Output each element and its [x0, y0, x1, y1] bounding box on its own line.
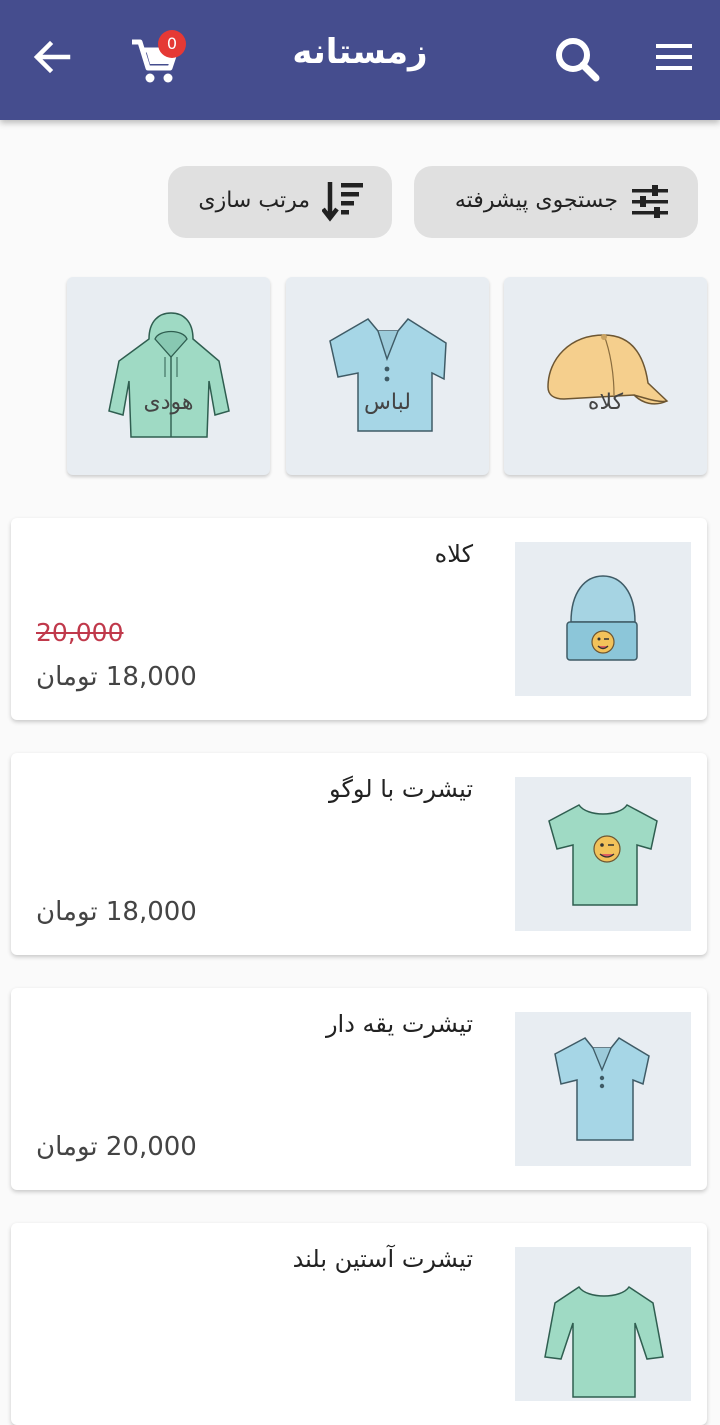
polo-shirt-icon	[554, 1037, 650, 1141]
search-button[interactable]	[552, 34, 602, 84]
advanced-search-label: جستجوی پیشرفته	[454, 188, 618, 213]
product-card[interactable]: کلاه 20,000 18,000 تومان	[11, 518, 707, 720]
product-image	[515, 1012, 691, 1166]
product-image	[515, 777, 691, 931]
app-bar: 0 زمستانه	[0, 0, 720, 120]
product-price: 18,000 تومان	[36, 662, 197, 692]
product-old-price: 20,000	[36, 618, 124, 647]
product-card[interactable]: تیشرت با لوگو 18,000 تومان	[11, 753, 707, 955]
sort-icon	[322, 182, 363, 222]
category-label: لباس	[364, 390, 411, 415]
product-image	[515, 1247, 691, 1401]
hoodie-icon	[108, 312, 230, 438]
page-title: زمستانه	[292, 32, 428, 72]
product-name: تیشرت یقه دار	[325, 1010, 473, 1038]
category-card-hoodie[interactable]: هودی	[67, 277, 270, 475]
product-name: تیشرت با لوگو	[329, 775, 473, 803]
tshirt-logo-icon	[548, 804, 658, 906]
product-price: 18,000 تومان	[36, 897, 197, 927]
menu-button[interactable]	[654, 40, 694, 74]
category-card-clothes[interactable]: لباس	[286, 277, 489, 475]
beanie-icon	[566, 575, 638, 661]
product-name: تیشرت آستین بلند	[292, 1245, 473, 1273]
sliders-icon	[632, 185, 668, 218]
category-card-hat[interactable]: کلاه	[504, 277, 707, 475]
product-card[interactable]: تیشرت یقه دار 20,000 تومان	[11, 988, 707, 1190]
advanced-search-button[interactable]: جستجوی پیشرفته	[414, 166, 698, 238]
polo-shirt-icon	[329, 318, 447, 432]
category-label: کلاه	[587, 390, 624, 415]
cap-icon	[547, 334, 669, 405]
sort-label: مرتب سازی	[198, 188, 310, 213]
search-icon	[556, 38, 600, 82]
product-image	[515, 542, 691, 696]
long-sleeve-icon	[544, 1285, 664, 1398]
product-name: کلاه	[434, 540, 473, 568]
menu-icon	[656, 44, 692, 70]
sort-button[interactable]: مرتب سازی	[168, 166, 392, 238]
product-price: 20,000 تومان	[36, 1132, 197, 1162]
category-label: هودی	[143, 390, 194, 415]
product-card[interactable]: تیشرت آستین بلند	[11, 1223, 707, 1425]
